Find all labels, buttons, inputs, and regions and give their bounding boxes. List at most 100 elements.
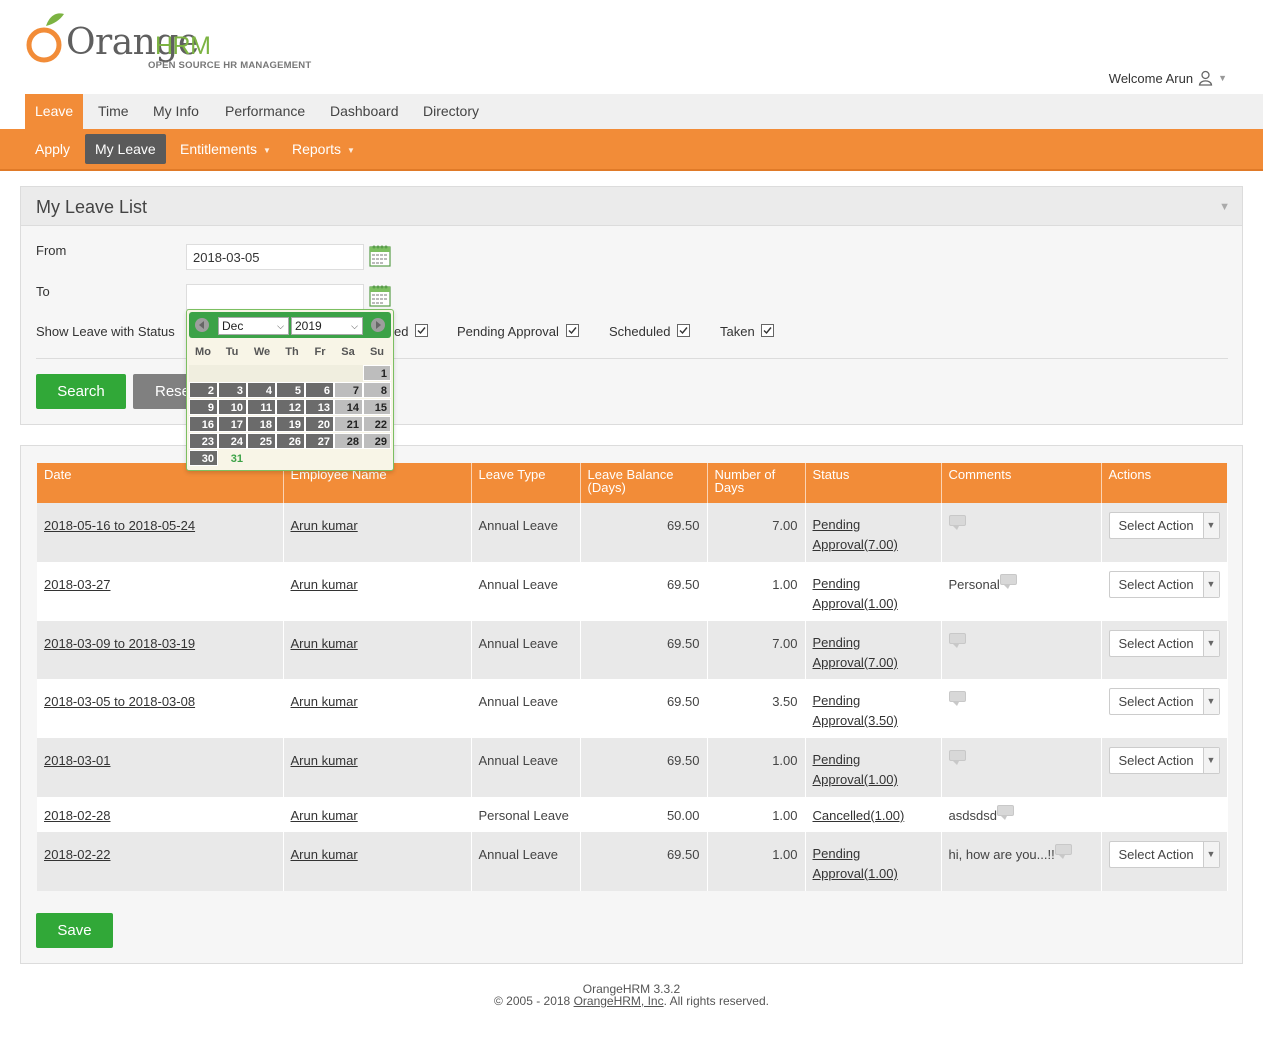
select-action-dropdown[interactable]: Select Action ▼ xyxy=(1108,512,1220,539)
calendar-day[interactable]: 6 xyxy=(305,382,334,398)
company-link[interactable]: OrangeHRM, Inc xyxy=(574,994,664,1008)
calendar-day[interactable]: 9 xyxy=(189,399,218,415)
column-header-number-of-days[interactable]: Number of Days xyxy=(707,463,806,503)
menu-time[interactable]: Time xyxy=(88,94,139,129)
comment-icon[interactable] xyxy=(948,750,966,765)
comment-icon[interactable] xyxy=(948,515,966,530)
calendar-day[interactable]: 22 xyxy=(363,416,391,432)
month-select[interactable]: Dec ⌵ xyxy=(218,317,289,335)
menu-dashboard[interactable]: Dashboard xyxy=(320,94,409,129)
calendar-day[interactable]: 17 xyxy=(218,416,247,432)
employee-link[interactable]: Arun kumar xyxy=(291,577,358,592)
date-link[interactable]: 2018-02-28 xyxy=(44,808,111,823)
calendar-day[interactable]: 16 xyxy=(189,416,218,432)
pending-approval-checkbox[interactable] xyxy=(566,324,579,337)
menu-my-info[interactable]: My Info xyxy=(143,94,209,129)
taken-checkbox[interactable] xyxy=(761,324,774,337)
calendar-icon[interactable] xyxy=(369,284,391,307)
calendar-day[interactable]: 13 xyxy=(305,399,334,415)
status-link[interactable]: Pending Approval(1.00) xyxy=(813,846,898,881)
employee-link[interactable]: Arun kumar xyxy=(291,636,358,651)
status-link[interactable]: Cancelled(1.00) xyxy=(813,808,905,823)
chevron-down-icon: ▼ xyxy=(1202,748,1219,773)
calendar-day[interactable]: 14 xyxy=(334,399,363,415)
column-header-leave-type[interactable]: Leave Type xyxy=(471,463,581,503)
calendar-day[interactable]: 8 xyxy=(363,382,391,398)
date-link[interactable]: 2018-03-09 to 2018-03-19 xyxy=(44,636,195,651)
calendar-day[interactable]: 11 xyxy=(247,399,276,415)
select-action-dropdown[interactable]: Select Action ▼ xyxy=(1108,688,1220,715)
select-action-dropdown[interactable]: Select Action ▼ xyxy=(1108,571,1220,598)
save-button[interactable]: Save xyxy=(36,913,113,948)
date-link[interactable]: 2018-02-22 xyxy=(44,847,111,862)
calendar-day[interactable]: 25 xyxy=(247,433,276,449)
chevron-down-icon: ▼ xyxy=(1202,689,1219,714)
date-link[interactable]: 2018-03-01 xyxy=(44,753,111,768)
from-date-input[interactable] xyxy=(186,244,364,270)
status-link[interactable]: Pending Approval(7.00) xyxy=(813,517,898,552)
calendar-day[interactable]: 2 xyxy=(189,382,218,398)
comment-icon[interactable] xyxy=(948,691,966,706)
calendar-day[interactable]: 26 xyxy=(276,433,305,449)
submenu-apply[interactable]: Apply xyxy=(25,134,80,164)
date-link[interactable]: 2018-03-05 to 2018-03-08 xyxy=(44,694,195,709)
next-month-icon[interactable] xyxy=(371,318,385,332)
comment-icon[interactable] xyxy=(999,574,1017,589)
calendar-day[interactable]: 3 xyxy=(218,382,247,398)
scheduled-checkbox[interactable] xyxy=(677,324,690,337)
year-select[interactable]: 2019 ⌵ xyxy=(291,317,363,335)
to-date-input[interactable] xyxy=(186,284,364,310)
calendar-day[interactable]: 29 xyxy=(363,433,391,449)
comment-icon[interactable] xyxy=(1054,844,1072,859)
calendar-day[interactable]: 10 xyxy=(218,399,247,415)
calendar-day[interactable]: 19 xyxy=(276,416,305,432)
calendar-day[interactable]: 5 xyxy=(276,382,305,398)
leave-list-table: Date Employee Name Leave Type Leave Bala… xyxy=(37,463,1228,891)
calendar-day[interactable]: 4 xyxy=(247,382,276,398)
column-header-status[interactable]: Status xyxy=(805,463,942,503)
employee-link[interactable]: Arun kumar xyxy=(291,518,358,533)
date-link[interactable]: 2018-03-27 xyxy=(44,577,111,592)
status-link[interactable]: Pending Approval(3.50) xyxy=(813,693,898,728)
calendar-day[interactable]: 21 xyxy=(334,416,363,432)
status-link[interactable]: Pending Approval(1.00) xyxy=(813,752,898,787)
comment-icon[interactable] xyxy=(996,805,1014,820)
status-checkbox[interactable] xyxy=(415,324,428,337)
date-link[interactable]: 2018-05-16 to 2018-05-24 xyxy=(44,518,195,533)
calendar-day[interactable]: 12 xyxy=(276,399,305,415)
calendar-day[interactable]: 18 xyxy=(247,416,276,432)
employee-link[interactable]: Arun kumar xyxy=(291,694,358,709)
calendar-icon[interactable] xyxy=(369,244,391,267)
select-action-dropdown[interactable]: Select Action ▼ xyxy=(1108,630,1220,657)
column-header-leave-balance[interactable]: Leave Balance (Days) xyxy=(580,463,708,503)
select-action-dropdown[interactable]: Select Action ▼ xyxy=(1108,747,1220,774)
menu-performance[interactable]: Performance xyxy=(215,94,315,129)
calendar-day[interactable]: 7 xyxy=(334,382,363,398)
calendar-day[interactable]: 23 xyxy=(189,433,218,449)
search-button[interactable]: Search xyxy=(36,374,126,409)
select-action-dropdown[interactable]: Select Action ▼ xyxy=(1108,841,1220,868)
submenu-my-leave[interactable]: My Leave xyxy=(85,134,166,164)
welcome-text[interactable]: Welcome Arun xyxy=(1109,71,1193,86)
employee-link[interactable]: Arun kumar xyxy=(291,753,358,768)
comment-icon[interactable] xyxy=(948,633,966,648)
calendar-day[interactable]: 1 xyxy=(363,365,391,381)
calendar-day[interactable]: 30 xyxy=(189,450,218,466)
status-link[interactable]: Pending Approval(7.00) xyxy=(813,635,898,670)
prev-month-icon[interactable] xyxy=(195,318,209,332)
collapse-toggle-icon[interactable]: ▼ xyxy=(1219,201,1230,213)
employee-link[interactable]: Arun kumar xyxy=(291,847,358,862)
calendar-day[interactable]: 28 xyxy=(334,433,363,449)
submenu-entitlements[interactable]: Entitlements ▼ xyxy=(170,134,281,164)
welcome-menu[interactable]: Welcome Arun ▼ xyxy=(1109,70,1227,86)
employee-link[interactable]: Arun kumar xyxy=(291,808,358,823)
menu-leave[interactable]: Leave xyxy=(25,94,84,129)
calendar-day[interactable]: 24 xyxy=(218,433,247,449)
menu-directory[interactable]: Directory xyxy=(413,94,489,129)
status-link[interactable]: Pending Approval(1.00) xyxy=(813,576,898,611)
calendar-day[interactable]: 15 xyxy=(363,399,391,415)
submenu-reports[interactable]: Reports ▼ xyxy=(282,134,365,164)
calendar-day[interactable]: 31 xyxy=(218,450,247,466)
calendar-day[interactable]: 20 xyxy=(305,416,334,432)
calendar-day[interactable]: 27 xyxy=(305,433,334,449)
